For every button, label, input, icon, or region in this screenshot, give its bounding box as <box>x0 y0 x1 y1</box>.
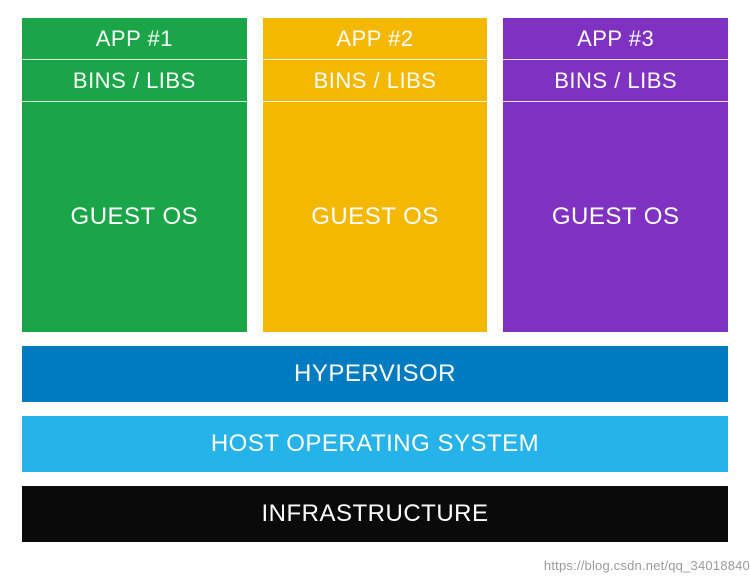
bins-libs-label: BINS / LIBS <box>314 68 437 94</box>
guest-os-layer: GUEST OS <box>263 102 488 332</box>
host-os-layer: HOST OPERATING SYSTEM <box>22 416 728 472</box>
virtualization-stack-diagram: APP #1 BINS / LIBS GUEST OS APP #2 BINS … <box>0 0 750 552</box>
guest-os-layer: GUEST OS <box>22 102 247 332</box>
app-label: APP #3 <box>577 26 654 52</box>
app-layer: APP #3 <box>503 18 728 60</box>
hypervisor-layer: HYPERVISOR <box>22 346 728 402</box>
vm-column-3: APP #3 BINS / LIBS GUEST OS <box>503 18 728 332</box>
guest-os-label: GUEST OS <box>311 203 439 231</box>
vm-columns-row: APP #1 BINS / LIBS GUEST OS APP #2 BINS … <box>22 18 728 332</box>
guest-os-layer: GUEST OS <box>503 102 728 332</box>
bins-libs-layer: BINS / LIBS <box>263 60 488 102</box>
hypervisor-label: HYPERVISOR <box>294 360 456 388</box>
bins-libs-label: BINS / LIBS <box>73 68 196 94</box>
app-label: APP #2 <box>336 26 413 52</box>
bins-libs-layer: BINS / LIBS <box>22 60 247 102</box>
watermark-text: https://blog.csdn.net/qq_34018840 <box>544 558 750 573</box>
bins-libs-label: BINS / LIBS <box>554 68 677 94</box>
host-os-label: HOST OPERATING SYSTEM <box>211 430 539 458</box>
guest-os-label: GUEST OS <box>552 203 680 231</box>
bins-libs-layer: BINS / LIBS <box>503 60 728 102</box>
app-layer: APP #1 <box>22 18 247 60</box>
infrastructure-layer: INFRASTRUCTURE <box>22 486 728 542</box>
infrastructure-label: INFRASTRUCTURE <box>262 500 489 528</box>
vm-column-1: APP #1 BINS / LIBS GUEST OS <box>22 18 247 332</box>
vm-column-2: APP #2 BINS / LIBS GUEST OS <box>263 18 488 332</box>
app-layer: APP #2 <box>263 18 488 60</box>
app-label: APP #1 <box>96 26 173 52</box>
guest-os-label: GUEST OS <box>71 203 199 231</box>
